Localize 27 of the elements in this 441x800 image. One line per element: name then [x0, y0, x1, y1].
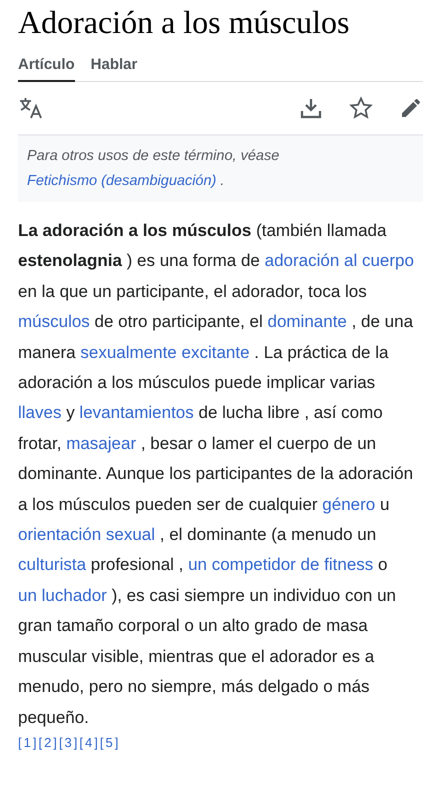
link[interactable]: orientación sexual [18, 525, 156, 544]
link[interactable]: llaves [18, 403, 62, 422]
reference-link[interactable]: [5] [100, 734, 120, 750]
link[interactable]: adoración al cuerpo [264, 251, 414, 270]
reference-link[interactable]: [2] [38, 734, 59, 750]
hatnote: Para otros usos de este término, véase Fetichismo (desambiguación) . [18, 134, 423, 202]
link[interactable]: sexualmente excitante [80, 342, 250, 362]
link[interactable]: género [322, 494, 376, 514]
link[interactable]: masajear [66, 434, 136, 453]
article-paragraph: La adoración a los músculos (también llamada estenolagnia ) es una forma de adoración al cuerpo en la que un participante, el adorador, toca los músculos de otro participante, el dominante , de una manera sexualmente excitante . La práctica de la adoración a los músculos puede implicar varias llaves y levantamientos de lucha libre , así como frotar, masajear , besar o lamer el cuerpo de un dominante. Aunque los participantes de la adoración a los músculos pueden ser de cualquier género u orientación sexual , el dominante (a menudo un culturista profesional , un competidor de fitness o un luchador ), es casi siempre un individuo con un gran tamaño corporal o un alto grado de masa muscular visible, mientras que el adorador es a menudo, pero no siempre, más delgado o más pequeño. [18, 220, 415, 728]
link[interactable]: Fetichismo (desambiguación) [27, 173, 216, 189]
link[interactable]: dominante [267, 312, 347, 332]
reference-link[interactable]: [3] [58, 734, 80, 750]
link[interactable]: un competidor de fitness [188, 555, 374, 574]
page-title: Adoración a los músculos [18, 3, 350, 42]
edit-icon[interactable] [399, 96, 423, 120]
download-icon[interactable] [299, 96, 323, 120]
link[interactable]: levantamientos [79, 403, 194, 422]
reference-link[interactable]: [1] [18, 734, 38, 750]
translate-icon[interactable] [18, 96, 44, 120]
reference-link[interactable]: [4] [79, 734, 100, 750]
star-icon[interactable] [349, 96, 373, 120]
link[interactable]: culturista [18, 555, 86, 574]
link[interactable]: un luchador [18, 586, 107, 605]
link[interactable]: músculos [18, 312, 90, 332]
tab[interactable]: Hablar [90, 56, 138, 82]
tab[interactable]: Artículo [18, 56, 75, 82]
